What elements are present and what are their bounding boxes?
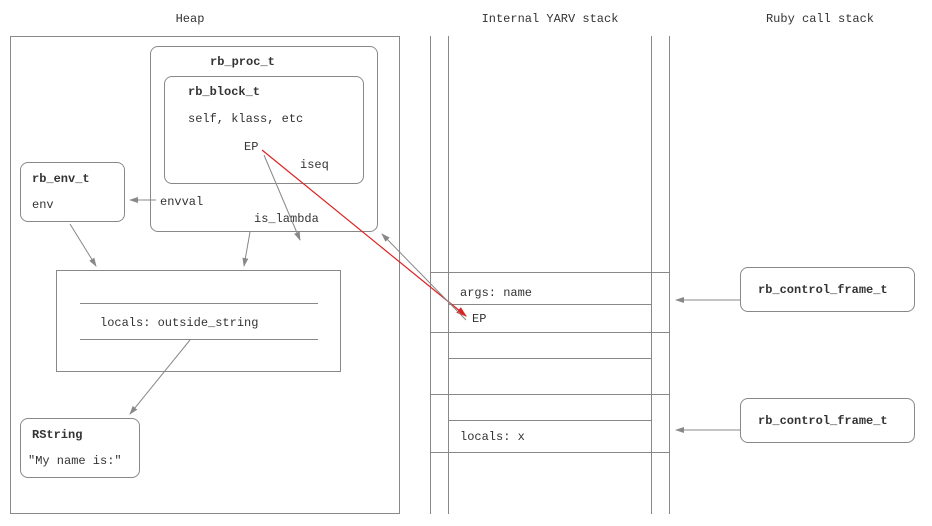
- locals-label: locals: outside_string: [100, 316, 258, 330]
- stack1-top: [430, 272, 670, 273]
- block-title: rb_block_t: [188, 85, 260, 99]
- stack2-mid: [448, 420, 652, 421]
- control-frame-2-label: rb_control_frame_t: [758, 414, 888, 428]
- block-iseq: iseq: [300, 158, 329, 172]
- proc-title: rb_proc_t: [210, 55, 275, 69]
- stack2-locals: locals: x: [460, 430, 525, 444]
- env-box: [20, 162, 125, 222]
- stack1-args: args: name: [460, 286, 532, 300]
- stack2-bot: [430, 452, 670, 453]
- rstring-box: [20, 418, 140, 478]
- stack1-ep: EP: [472, 312, 486, 326]
- env-title: rb_env_t: [32, 172, 90, 186]
- stack1-bot: [430, 332, 670, 333]
- locals-hr-top: [80, 303, 318, 304]
- block-ep: EP: [244, 140, 258, 154]
- block-fields: self, klass, etc: [188, 112, 303, 126]
- locals-hr-bottom: [80, 339, 318, 340]
- rstring-value: "My name is:": [28, 454, 122, 468]
- ruby-title: Ruby call stack: [720, 12, 920, 26]
- yarv-title: Internal YARV stack: [440, 12, 660, 26]
- envval-label: envval: [160, 195, 203, 209]
- heap-title: Heap: [130, 12, 250, 26]
- control-frame-1-label: rb_control_frame_t: [758, 283, 888, 297]
- env-field: env: [32, 198, 54, 212]
- rstring-title: RString: [32, 428, 82, 442]
- stack1-mid: [448, 304, 652, 305]
- stack1-thin: [448, 358, 652, 359]
- is-lambda-label: is_lambda: [254, 212, 319, 226]
- stack2-top: [430, 394, 670, 395]
